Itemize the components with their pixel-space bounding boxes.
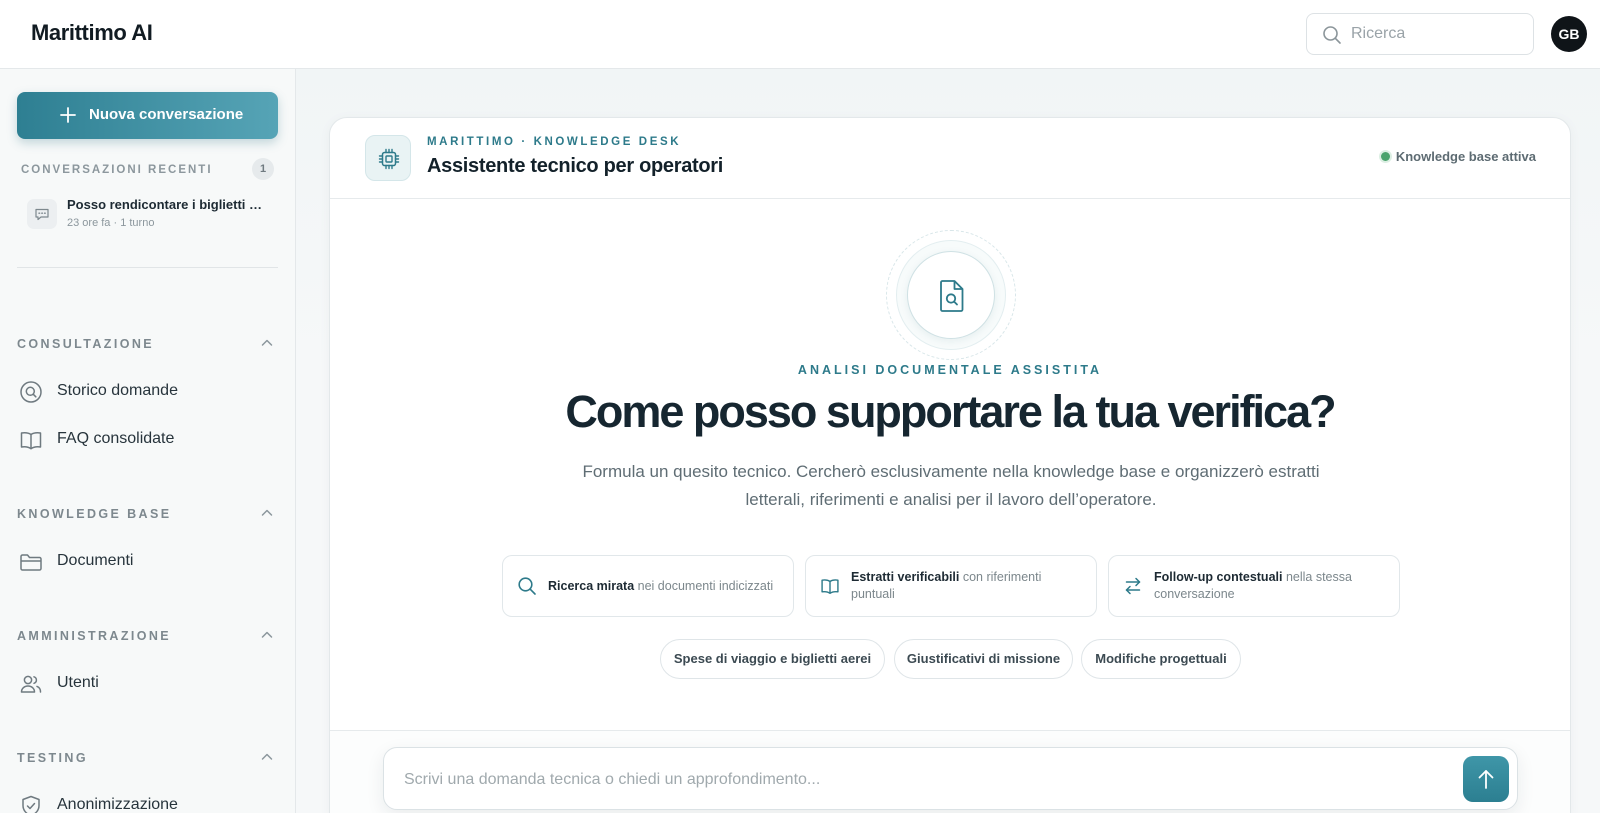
recent-conversation-item[interactable]: Posso rendicontare i biglietti aerei? 23…	[27, 195, 277, 239]
suggestion-chip-spese-viaggio[interactable]: Spese di viaggio e biglietti aerei	[660, 639, 885, 679]
chip-icon	[365, 135, 411, 181]
arrow-up-icon	[1478, 770, 1494, 789]
message-input[interactable]	[404, 768, 1424, 792]
status-dot-icon	[1380, 152, 1390, 161]
section-amministrazione-header[interactable]: AMMINISTRAZIONE	[17, 629, 171, 643]
sidebar-item-label: FAQ consolidate	[57, 430, 175, 447]
sidebar-divider	[17, 267, 278, 268]
recent-conversation-meta: 23 ore fa · 1 turno	[67, 217, 155, 229]
chevron-up-icon[interactable]	[260, 336, 274, 350]
send-button[interactable]	[1463, 756, 1509, 802]
feature-card-ricerca-mirata: Ricerca mirata nei documenti indicizzati	[502, 555, 794, 617]
search-box[interactable]	[1306, 13, 1534, 55]
sidebar-item-storico-domande[interactable]: Storico domande	[17, 375, 278, 409]
hero-eyebrow: ANALISI DOCUMENTALE ASSISTITA	[797, 363, 1103, 377]
book-icon	[20, 432, 42, 450]
app-brand[interactable]: Marittimo AI	[31, 20, 153, 46]
assistant-card: MARITTIMO · KNOWLEDGE DESK Assistente te…	[329, 117, 1571, 813]
feature-text: Ricerca mirata nei documenti indicizzati	[548, 579, 774, 593]
card-eyebrow: MARITTIMO · KNOWLEDGE DESK	[427, 136, 682, 148]
new-conversation-label: Nuova conversazione	[89, 106, 244, 123]
search-icon	[1323, 26, 1341, 44]
hero-title: Come posso supportare la tua verifica?	[565, 386, 1336, 437]
suggestion-chip-modifiche-progettuali[interactable]: Modifiche progettuali	[1081, 639, 1241, 679]
sidebar-item-label: Documenti	[57, 552, 134, 569]
sidebar-item-anonimizzazione[interactable]: Anonimizzazione	[17, 789, 278, 813]
hero-document-search-icon	[907, 251, 995, 339]
sidebar-item-label: Anonimizzazione	[57, 796, 178, 813]
recent-count-badge: 1	[252, 158, 274, 180]
shield-icon	[22, 795, 40, 813]
sidebar-item-label: Utenti	[57, 674, 99, 691]
search-input[interactable]	[1351, 22, 1521, 46]
suggestion-chip-giustificativi[interactable]: Giustificativi di missione	[894, 639, 1073, 679]
recent-conversations-title: CONVERSAZIONI RECENTI	[21, 164, 213, 176]
composer[interactable]	[383, 747, 1518, 810]
section-knowledge-base-header[interactable]: KNOWLEDGE BASE	[17, 507, 171, 521]
top-bar: Marittimo AI GB	[0, 0, 1600, 69]
plus-icon	[60, 107, 76, 123]
card-title: Assistente tecnico per operatori	[427, 155, 724, 177]
card-header: MARITTIMO · KNOWLEDGE DESK Assistente te…	[330, 118, 1570, 199]
knowledge-base-status-label: Knowledge base attiva	[1395, 149, 1536, 164]
section-consultazione-header[interactable]: CONSULTAZIONE	[17, 337, 154, 351]
recent-conversation-title: Posso rendicontare i biglietti aerei?	[67, 197, 267, 212]
book-icon	[821, 579, 839, 594]
chevron-up-icon[interactable]	[260, 628, 274, 642]
new-conversation-button[interactable]: Nuova conversazione	[17, 92, 278, 139]
sidebar-item-faq-consolidate[interactable]: FAQ consolidate	[17, 423, 278, 457]
sidebar-item-label: Storico domande	[57, 382, 178, 399]
knowledge-base-status: Knowledge base attiva	[1380, 149, 1536, 164]
search-icon	[518, 577, 536, 595]
sidebar-item-utenti[interactable]: Utenti	[17, 667, 278, 701]
feature-card-estratti-verificabili: Estratti verificabili con riferimenti pu…	[805, 555, 1097, 617]
folder-icon	[20, 554, 42, 571]
feature-text: Estratti verificabili con riferimenti pu…	[851, 570, 1042, 601]
sidebar: Nuova conversazione CONVERSAZIONI RECENT…	[0, 69, 296, 813]
history-search-icon	[20, 381, 42, 403]
feature-card-follow-up-contestuali: Follow-up contestuali nella stessa conve…	[1108, 555, 1400, 617]
avatar[interactable]: GB	[1551, 16, 1587, 52]
chat-bubble-icon	[27, 199, 57, 229]
hero-subtitle: Formula un quesito tecnico. Cercherò esc…	[582, 462, 1320, 509]
chevron-up-icon[interactable]	[260, 506, 274, 520]
sidebar-item-documenti[interactable]: Documenti	[17, 545, 278, 579]
users-icon	[20, 675, 42, 693]
feature-text: Follow-up contestuali nella stessa conve…	[1154, 570, 1352, 601]
arrows-swap-icon	[1125, 577, 1141, 595]
section-testing-header[interactable]: TESTING	[17, 751, 88, 765]
chevron-up-icon[interactable]	[260, 750, 274, 764]
